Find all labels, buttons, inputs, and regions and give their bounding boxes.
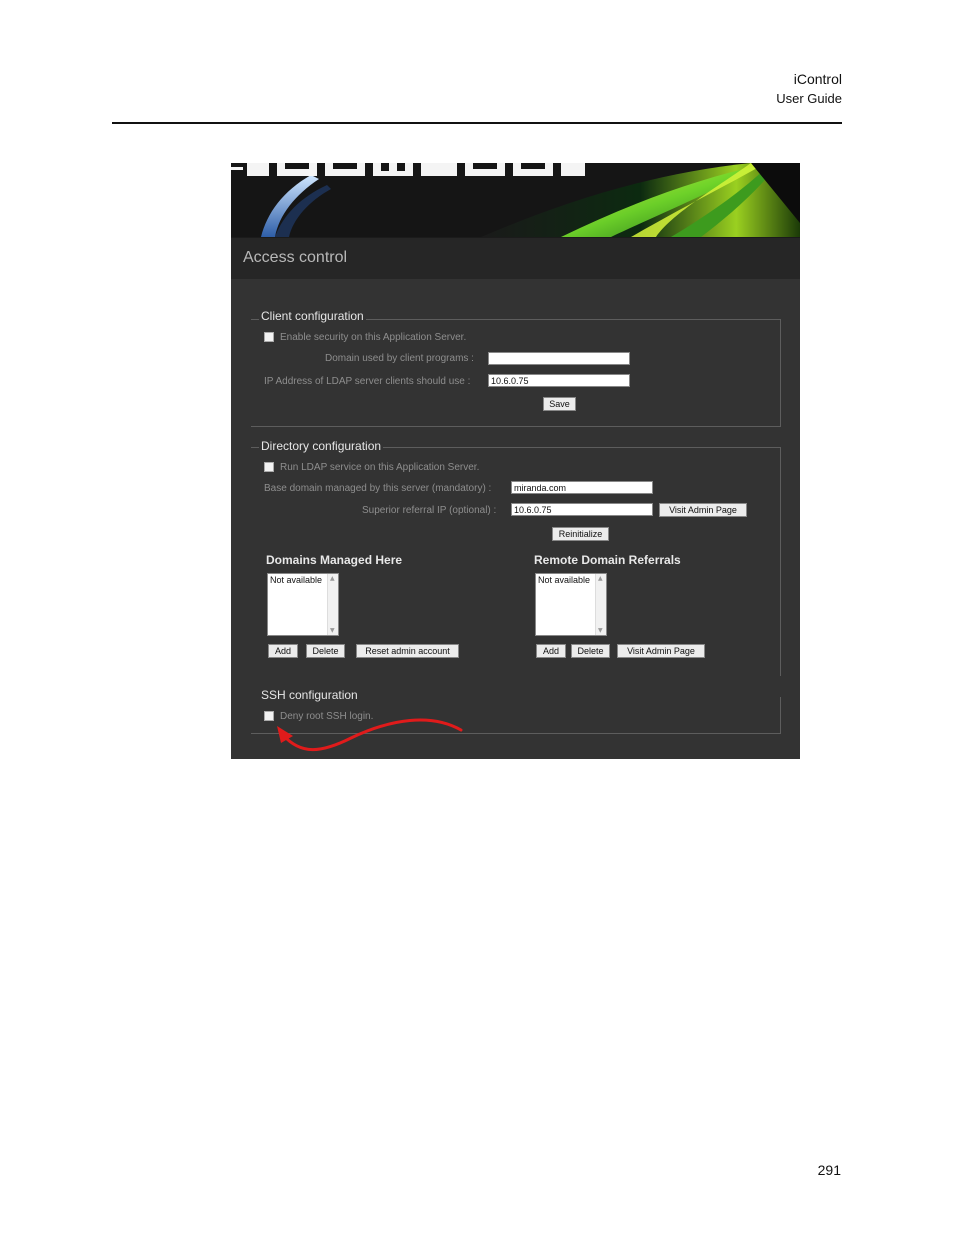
annotation-arrow [277, 718, 463, 752]
header-rule [112, 122, 842, 124]
access-control-screenshot: Access control Client configuration Enab… [231, 163, 800, 759]
document-header: iControl User Guide [776, 70, 842, 108]
document-subtitle: User Guide [776, 91, 842, 106]
page-number: 291 [817, 1162, 841, 1178]
document-title: iControl [793, 71, 842, 87]
